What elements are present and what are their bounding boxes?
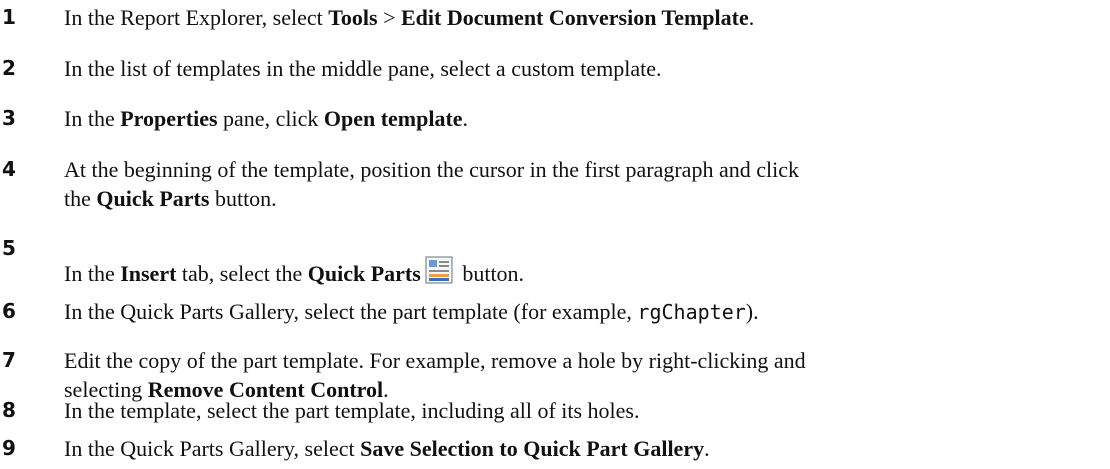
- step-text: In the Quick Parts Gallery, select Save …: [64, 434, 1104, 463]
- text-run: ).: [745, 299, 759, 324]
- step-number: 3: [2, 106, 16, 130]
- step-number: 4: [2, 157, 16, 181]
- pane-name: Properties: [120, 106, 218, 131]
- text-run: button.: [456, 261, 525, 286]
- text-run: In the template, select the part templat…: [64, 398, 640, 423]
- text-run: In the Quick Parts Gallery, select the p…: [64, 299, 638, 324]
- step-number: 7: [2, 348, 16, 372]
- text-run: the: [64, 186, 97, 211]
- text-run: In the: [64, 261, 121, 286]
- step-number: 2: [2, 56, 16, 80]
- text-run: In the list of templates in the middle p…: [64, 56, 662, 81]
- step-text: In the list of templates in the middle p…: [64, 54, 1104, 83]
- quick-parts-icon: [425, 256, 453, 284]
- step-text: In the template, select the part templat…: [64, 396, 1104, 425]
- button-name: Quick Parts: [307, 261, 421, 286]
- step-text: In the Properties pane, click Open templ…: [64, 104, 1104, 133]
- text-run: Edit the copy of the part template. For …: [64, 348, 806, 373]
- command-name: Save Selection to Quick Part Gallery: [360, 436, 705, 461]
- button-name: Quick Parts: [96, 186, 210, 211]
- step-number: 8: [2, 398, 16, 422]
- step-text: In the Quick Parts Gallery, select the p…: [64, 297, 1104, 327]
- text-run: .: [748, 5, 755, 30]
- text-run: In the Report Explorer, select: [64, 5, 329, 30]
- step-number: 9: [2, 436, 16, 460]
- text-run: tab, select the: [176, 261, 308, 286]
- text-run: At the beginning of the template, positi…: [64, 157, 799, 182]
- text-run: In the Quick Parts Gallery, select: [64, 436, 361, 461]
- step-text: In the Insert tab, select the Quick Part…: [64, 256, 1104, 288]
- button-name: Open template: [323, 106, 463, 131]
- text-run: button.: [209, 186, 277, 211]
- tab-name: Insert: [120, 261, 177, 286]
- text-run: .: [704, 436, 710, 461]
- text-run: .: [462, 106, 469, 131]
- menu-name: Tools: [328, 5, 378, 30]
- text-run: >: [377, 5, 401, 30]
- code-text: rgChapter: [637, 300, 746, 324]
- step-number: 6: [2, 299, 16, 323]
- text-run: pane, click: [217, 106, 324, 131]
- step-text: In the Report Explorer, select Tools > E…: [64, 3, 1104, 32]
- menu-item-name: Edit Document Conversion Template: [401, 5, 749, 30]
- step-number: 5: [2, 236, 16, 260]
- step-number: 1: [2, 5, 16, 29]
- step-text: At the beginning of the template, positi…: [64, 155, 1104, 213]
- text-run: In the: [64, 106, 121, 131]
